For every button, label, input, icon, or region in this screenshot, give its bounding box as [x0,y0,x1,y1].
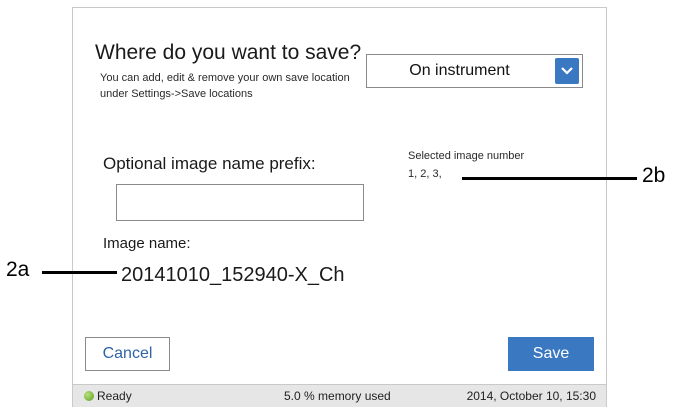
chevron-down-icon[interactable] [555,58,579,84]
selected-image-value: 1, 2, 3, [408,168,442,180]
callout-line-2a [42,271,117,274]
save-location-select[interactable]: On instrument [366,54,583,88]
status-datetime: 2014, October 10, 15:30 [466,389,596,403]
prefix-input[interactable] [116,184,364,221]
dialog-title: Where do you want to save? [95,41,362,64]
save-location-hint: You can add, edit & remove your own save… [100,72,350,100]
cancel-button[interactable]: Cancel [85,337,170,371]
selected-image-label: Selected image number [408,150,525,162]
prefix-label: Optional image name prefix: [103,154,316,173]
callout-label-2a: 2a [6,258,30,281]
image-name-label: Image name: [103,235,191,252]
memory-usage: 5.0 % memory used [284,389,391,403]
image-name-value: 20141010_152940-X_Ch [121,264,345,286]
status-bar: Ready 5.0 % memory used 2014, October 10… [73,384,606,407]
save-location-value: On instrument [409,62,510,79]
status-ready-icon [84,391,94,401]
save-button[interactable]: Save [508,337,594,371]
callout-label-2b: 2b [642,164,666,187]
callout-line-2b [462,177,637,180]
status-ready-text: Ready [97,389,132,403]
